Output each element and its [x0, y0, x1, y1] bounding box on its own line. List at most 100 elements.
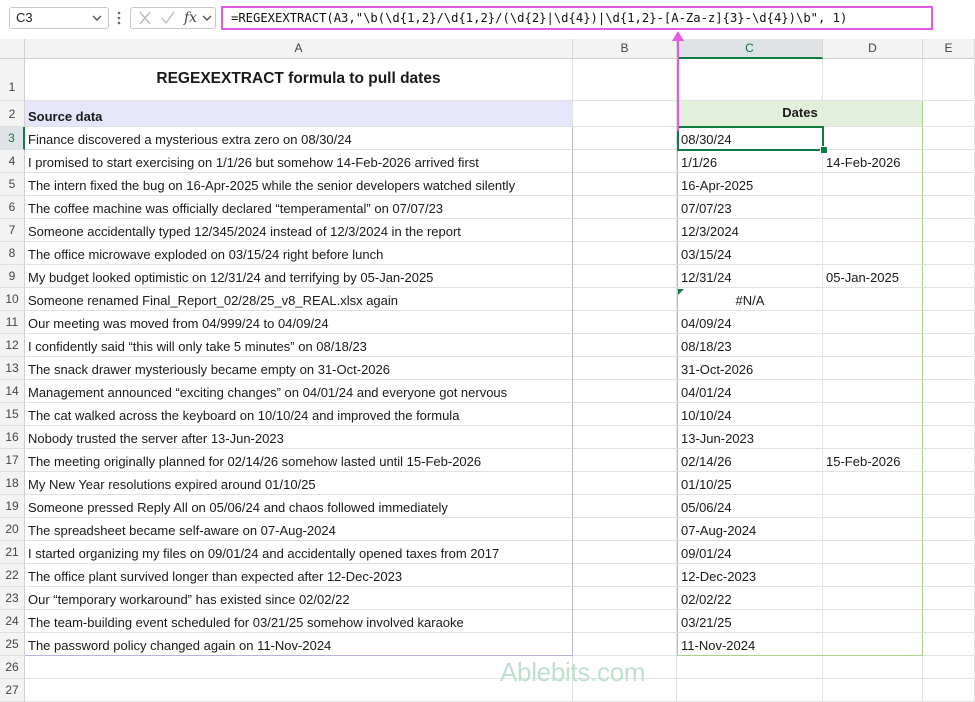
cell[interactable] [823, 679, 923, 702]
cell[interactable] [923, 610, 975, 633]
source-cell[interactable]: Nobody trusted the server after 13-Jun-2… [25, 426, 573, 449]
date-result-cell[interactable]: 12-Dec-2023 [677, 564, 823, 587]
column-header-e[interactable]: E [923, 39, 975, 59]
row-header-11[interactable]: 11 [0, 311, 25, 334]
date-spill-cell[interactable] [823, 288, 923, 311]
cell[interactable] [573, 403, 677, 426]
source-cell[interactable]: The spreadsheet became self-aware on 07-… [25, 518, 573, 541]
column-header-b[interactable]: B [573, 39, 677, 59]
source-cell[interactable]: My New Year resolutions expired around 0… [25, 472, 573, 495]
cell[interactable] [923, 173, 975, 196]
cell[interactable] [923, 426, 975, 449]
cell[interactable] [573, 101, 677, 127]
source-cell[interactable]: The snack drawer mysteriously became emp… [25, 357, 573, 380]
date-spill-cell[interactable] [823, 173, 923, 196]
date-result-cell[interactable]: 1/1/26 [677, 150, 823, 173]
source-cell[interactable]: I promised to start exercising on 1/1/26… [25, 150, 573, 173]
date-spill-cell[interactable] [823, 127, 923, 150]
source-cell[interactable]: The office plant survived longer than ex… [25, 564, 573, 587]
close-icon[interactable] [137, 8, 153, 28]
source-cell[interactable]: The team-building event scheduled for 03… [25, 610, 573, 633]
date-spill-cell[interactable]: 14-Feb-2026 [823, 150, 923, 173]
cell[interactable] [923, 495, 975, 518]
cell[interactable] [923, 265, 975, 288]
cell[interactable] [573, 564, 677, 587]
date-spill-cell[interactable] [823, 380, 923, 403]
cell[interactable] [573, 380, 677, 403]
date-result-cell[interactable]: 07-Aug-2024 [677, 518, 823, 541]
check-icon[interactable] [160, 8, 176, 28]
date-result-cell[interactable]: 09/01/24 [677, 541, 823, 564]
row-header-12[interactable]: 12 [0, 334, 25, 357]
row-header-22[interactable]: 22 [0, 564, 25, 587]
date-spill-cell[interactable] [823, 472, 923, 495]
row-header-5[interactable]: 5 [0, 173, 25, 196]
cell[interactable] [573, 242, 677, 265]
date-result-cell[interactable]: 03/15/24 [677, 242, 823, 265]
cell[interactable] [573, 150, 677, 173]
cell[interactable] [573, 357, 677, 380]
cell[interactable] [677, 656, 823, 679]
chevron-down-icon[interactable] [201, 8, 213, 28]
error-indicator-icon[interactable] [678, 289, 684, 295]
date-spill-cell[interactable] [823, 219, 923, 242]
date-spill-cell[interactable] [823, 357, 923, 380]
row-header-26[interactable]: 26 [0, 656, 25, 679]
date-spill-cell[interactable] [823, 610, 923, 633]
date-result-cell[interactable]: 05/06/24 [677, 495, 823, 518]
date-result-cell[interactable]: 03/21/25 [677, 610, 823, 633]
date-spill-cell[interactable] [823, 587, 923, 610]
cell[interactable] [923, 101, 975, 127]
row-header-21[interactable]: 21 [0, 541, 25, 564]
cell[interactable] [573, 633, 677, 656]
date-spill-cell[interactable] [823, 495, 923, 518]
date-result-cell[interactable]: 02/14/26 [677, 449, 823, 472]
date-result-cell[interactable]: 12/3/2024 [677, 219, 823, 242]
row-header-23[interactable]: 23 [0, 587, 25, 610]
cell[interactable] [923, 564, 975, 587]
cell[interactable] [923, 219, 975, 242]
cell[interactable] [923, 196, 975, 219]
date-result-cell[interactable]: 10/10/24 [677, 403, 823, 426]
row-header-10[interactable]: 10 [0, 288, 25, 311]
source-cell[interactable]: The meeting originally planned for 02/14… [25, 449, 573, 472]
cell[interactable] [923, 633, 975, 656]
cell[interactable] [573, 426, 677, 449]
date-result-cell[interactable]: 16-Apr-2025 [677, 173, 823, 196]
date-spill-cell[interactable] [823, 403, 923, 426]
dates-header[interactable]: Dates [677, 101, 923, 127]
date-spill-cell[interactable] [823, 633, 923, 656]
row-header-16[interactable]: 16 [0, 426, 25, 449]
cell[interactable] [25, 679, 573, 702]
date-result-cell[interactable]: 04/01/24 [677, 380, 823, 403]
cell[interactable] [573, 334, 677, 357]
row-header-20[interactable]: 20 [0, 518, 25, 541]
date-spill-cell[interactable]: 15-Feb-2026 [823, 449, 923, 472]
fx-icon[interactable]: fx [184, 8, 197, 28]
row-header-25[interactable]: 25 [0, 633, 25, 656]
active-cell-outline[interactable] [677, 126, 824, 151]
cell[interactable] [923, 587, 975, 610]
cell[interactable] [573, 449, 677, 472]
cell[interactable] [573, 311, 677, 334]
cell[interactable] [923, 334, 975, 357]
source-data-header[interactable]: Source data [25, 101, 573, 127]
source-cell[interactable]: Our “temporary workaround” has existed s… [25, 587, 573, 610]
cell[interactable] [573, 518, 677, 541]
date-result-cell[interactable]: 08/18/23 [677, 334, 823, 357]
cell[interactable] [573, 265, 677, 288]
row-header-18[interactable]: 18 [0, 472, 25, 495]
cell[interactable] [573, 219, 677, 242]
date-result-cell[interactable]: 04/09/24 [677, 311, 823, 334]
date-result-cell[interactable]: 31-Oct-2026 [677, 357, 823, 380]
column-header-d[interactable]: D [823, 39, 923, 59]
cell[interactable] [677, 679, 823, 702]
date-spill-cell[interactable] [823, 518, 923, 541]
source-cell[interactable]: Management announced “exciting changes” … [25, 380, 573, 403]
source-cell[interactable]: Someone accidentally typed 12/345/2024 i… [25, 219, 573, 242]
row-header-24[interactable]: 24 [0, 610, 25, 633]
row-header-3[interactable]: 3 [0, 127, 25, 150]
cell[interactable] [823, 59, 923, 101]
row-header-19[interactable]: 19 [0, 495, 25, 518]
cell[interactable] [823, 656, 923, 679]
